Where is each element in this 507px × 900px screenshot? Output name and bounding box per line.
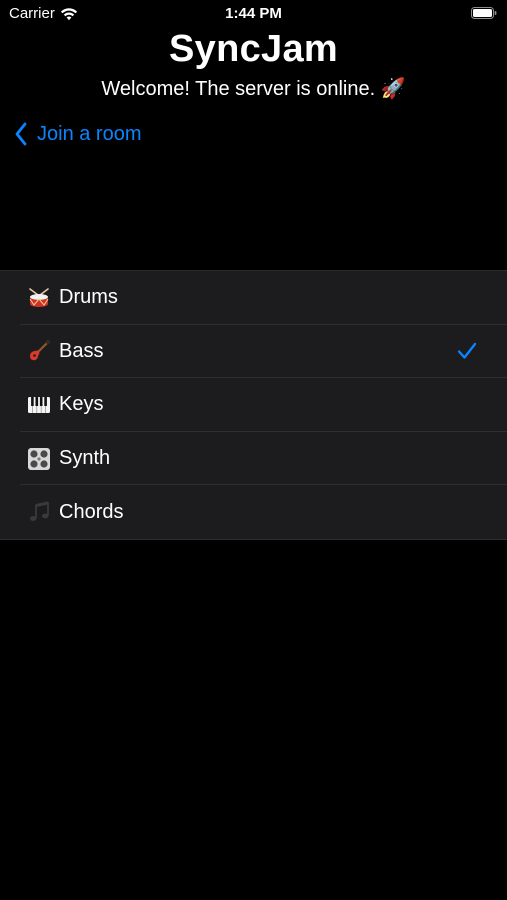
- battery-icon: [471, 7, 497, 19]
- instrument-label: Bass: [59, 339, 104, 362]
- instrument-label: Chords: [59, 500, 124, 523]
- music-notes-icon: [26, 499, 52, 525]
- instrument-row-bass[interactable]: Bass: [0, 325, 507, 379]
- instrument-list: Drums Bass Keys Synth Chords: [0, 270, 507, 540]
- back-button-label: Join a room: [37, 122, 142, 145]
- join-room-back-button[interactable]: Join a room: [14, 122, 142, 146]
- instrument-row-keys[interactable]: Keys: [0, 378, 507, 432]
- checkmark-icon: [457, 343, 477, 360]
- status-bar: Carrier 1:44 PM: [0, 0, 507, 28]
- drum-icon: [26, 285, 52, 311]
- instrument-row-drums[interactable]: Drums: [0, 271, 507, 325]
- instrument-row-chords[interactable]: Chords: [0, 485, 507, 539]
- chevron-left-icon: [15, 122, 27, 146]
- instrument-row-synth[interactable]: Synth: [0, 432, 507, 486]
- instrument-label: Synth: [59, 447, 111, 470]
- guitar-icon: [26, 338, 52, 364]
- status-time: 1:44 PM: [225, 5, 282, 22]
- welcome-message: Welcome! The server is online. 🚀: [101, 78, 406, 100]
- instrument-label: Drums: [59, 286, 118, 309]
- piano-keys-icon: [26, 392, 52, 418]
- instrument-label: Keys: [59, 393, 104, 416]
- app-title: SyncJam: [169, 28, 338, 70]
- synth-icon: [26, 446, 52, 472]
